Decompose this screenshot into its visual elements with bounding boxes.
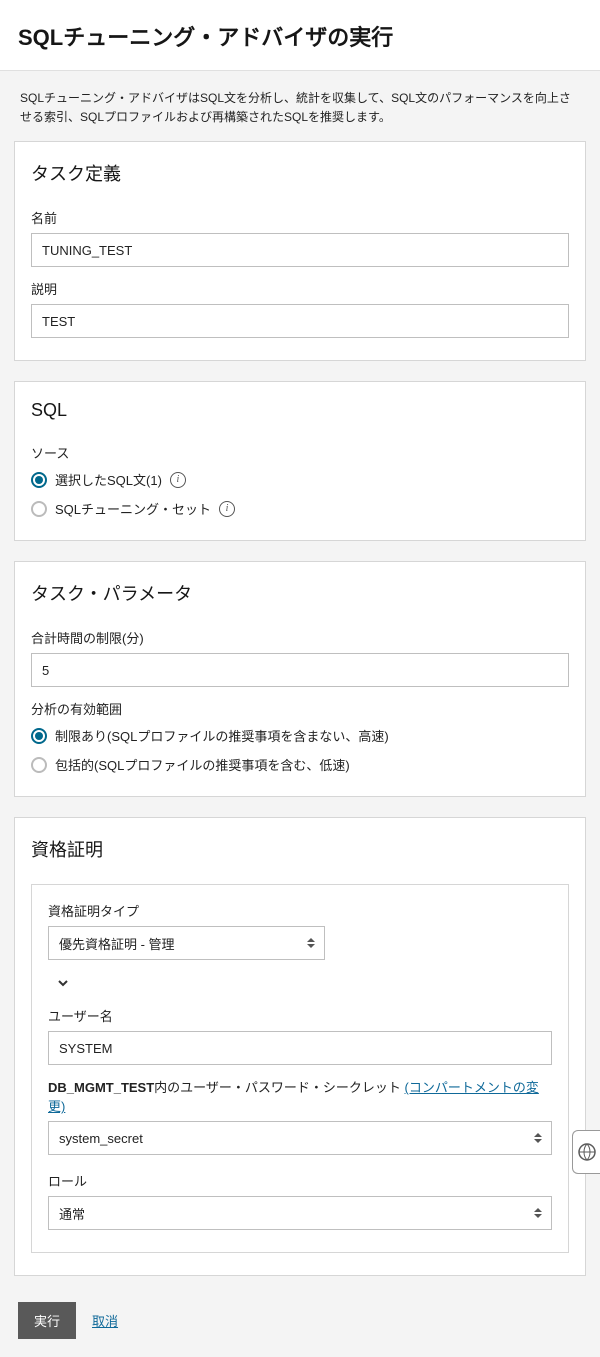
panel-heading-params: タスク・パラメータ (31, 580, 569, 606)
label-secret: DB_MGMT_TEST内のユーザー・パスワード・シークレット (コンパートメン… (48, 1077, 552, 1115)
title-bar: SQLチューニング・アドバイザの実行 (0, 0, 600, 71)
panel-task-definition: タスク定義 名前 説明 (14, 141, 586, 361)
expand-chevron-icon[interactable] (56, 976, 70, 990)
cancel-link[interactable]: 取消 (92, 1311, 118, 1330)
label-username: ユーザー名 (48, 1006, 552, 1025)
label-scope: 分析の有効範囲 (31, 699, 569, 718)
select-secret[interactable]: system_secret (48, 1121, 552, 1155)
panel-heading-task-def: タスク定義 (31, 160, 569, 186)
input-task-desc[interactable] (31, 304, 569, 338)
radio-row-scope-limited[interactable]: 制限あり(SQLプロファイルの推奨事項を含まない、高速) (31, 726, 569, 745)
label-cred-type: 資格証明タイプ (48, 901, 552, 920)
select-secret-display[interactable]: system_secret (48, 1121, 552, 1155)
panel-credentials: 資格証明 資格証明タイプ 優先資格証明 - 管理 ユーザー名 DB_MGMT_T… (14, 817, 586, 1276)
radio-label-scope-limited: 制限あり(SQLプロファイルの推奨事項を含まない、高速) (55, 726, 389, 745)
label-role: ロール (48, 1171, 552, 1190)
radio-label-selected-sql: 選択したSQL文(1) (55, 470, 162, 489)
credentials-inner: 資格証明タイプ 優先資格証明 - 管理 ユーザー名 DB_MGMT_TEST内の… (31, 884, 569, 1253)
radio-scope-comprehensive[interactable] (31, 757, 47, 773)
label-time-limit: 合計時間の制限(分) (31, 628, 569, 647)
page-title: SQLチューニング・アドバイザの実行 (18, 20, 582, 52)
radio-scope-limited[interactable] (31, 728, 47, 744)
radio-label-tuning-set: SQLチューニング・セット (55, 499, 211, 518)
info-icon[interactable]: i (219, 501, 235, 517)
input-username[interactable] (48, 1031, 552, 1065)
input-task-name[interactable] (31, 233, 569, 267)
panel-heading-sql: SQL (31, 400, 569, 421)
label-task-name: 名前 (31, 208, 569, 227)
run-button[interactable]: 実行 (18, 1302, 76, 1339)
radio-row-tuning-set[interactable]: SQLチューニング・セット i (31, 499, 569, 518)
panel-sql: SQL ソース 選択したSQL文(1) i SQLチューニング・セット i (14, 381, 586, 541)
panel-heading-credentials: 資格証明 (31, 836, 569, 862)
intro-text: SQLチューニング・アドバイザはSQL文を分析し、統計を収集して、SQL文のパフ… (20, 89, 582, 127)
select-role[interactable]: 通常 (48, 1196, 552, 1230)
info-icon[interactable]: i (170, 472, 186, 488)
radio-selected-sql[interactable] (31, 472, 47, 488)
footer-actions: 実行 取消 (0, 1296, 600, 1357)
radio-tuning-set[interactable] (31, 501, 47, 517)
main-content: SQLチューニング・アドバイザはSQL文を分析し、統計を収集して、SQL文のパフ… (0, 71, 600, 1276)
select-cred-type[interactable]: 優先資格証明 - 管理 (48, 926, 325, 960)
side-dock-icon[interactable] (572, 1130, 600, 1174)
panel-task-parameters: タスク・パラメータ 合計時間の制限(分) 分析の有効範囲 制限あり(SQLプロフ… (14, 561, 586, 797)
label-source: ソース (31, 443, 569, 462)
secret-db-name: DB_MGMT_TEST (48, 1080, 154, 1095)
label-task-desc: 説明 (31, 279, 569, 298)
radio-row-scope-comprehensive[interactable]: 包括的(SQLプロファイルの推奨事項を含む、低速) (31, 755, 569, 774)
radio-label-scope-comprehensive: 包括的(SQLプロファイルの推奨事項を含む、低速) (55, 755, 350, 774)
select-role-display[interactable]: 通常 (48, 1196, 552, 1230)
secret-suffix: 内のユーザー・パスワード・シークレット (154, 1080, 404, 1095)
input-time-limit[interactable] (31, 653, 569, 687)
select-cred-type-display[interactable]: 優先資格証明 - 管理 (48, 926, 325, 960)
radio-row-selected-sql[interactable]: 選択したSQL文(1) i (31, 470, 569, 489)
